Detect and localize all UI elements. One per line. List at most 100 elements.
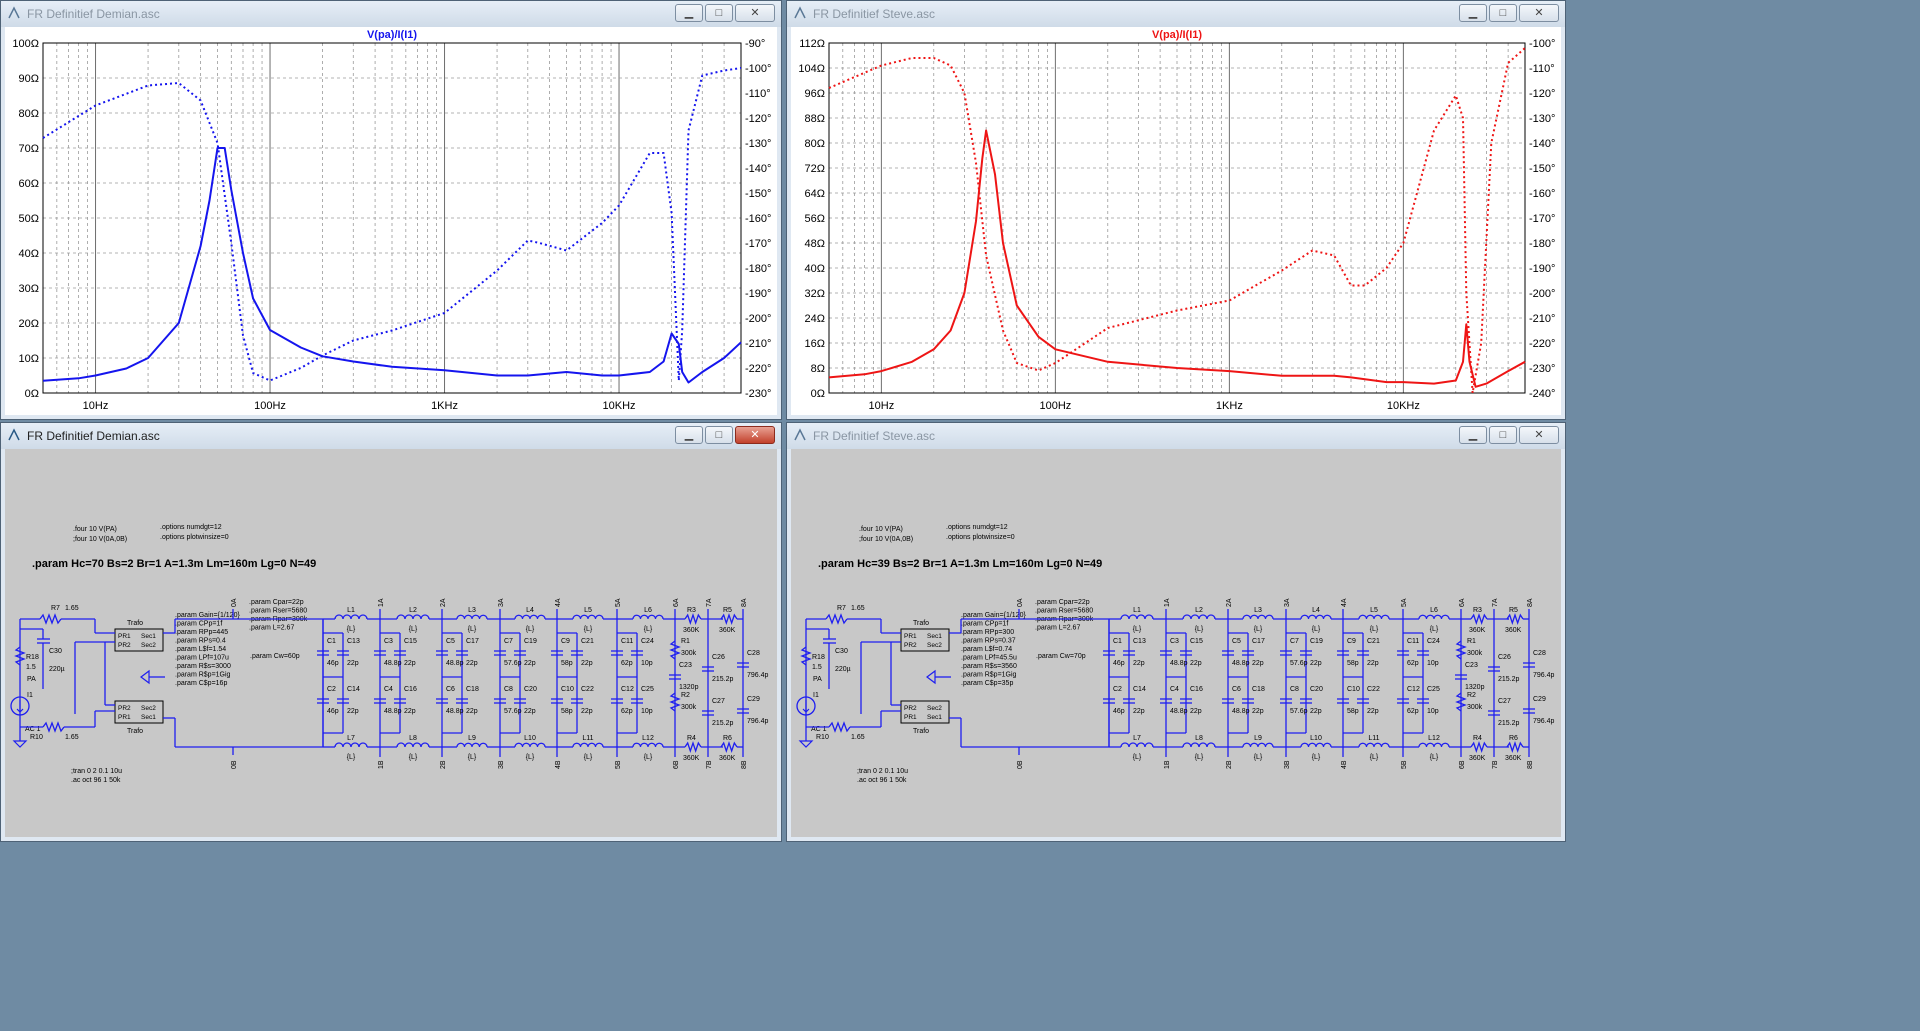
capacitor-label: C22 [581,686,594,693]
capacitor-value: 215.2p [712,676,734,683]
inductor-l10[interactable] [1300,742,1332,748]
title-bar[interactable]: FR Definitief Steve.asc ▁ □ ✕ [787,423,1565,449]
resistor-r10[interactable] [42,721,65,733]
capacitor-label: C20 [1310,686,1323,693]
schematic-svg[interactable]: .four 10 V(PA) ;four 10 V(0A,0B) .options … [5,449,779,839]
resistor-r10[interactable] [828,721,851,733]
inductor-value: {L} [1133,754,1142,761]
magnitude-trace[interactable] [828,129,1526,388]
label: Sec1 [141,714,156,721]
node-label: 1A [1164,598,1171,607]
capacitor-label: C28 [747,650,760,657]
resistor-r3[interactable] [684,612,702,626]
plot-svg[interactable]: 112Ω 104Ω 96Ω 88Ω 80Ω 72Ω 64Ω 56Ω 48Ω 40Ω 32Ω 24Ω 16… [791,27,1563,417]
left-tick-label: 16Ω [805,338,825,350]
right-tick-label: -230° [1529,363,1555,375]
resistor-label: R6 [723,735,732,742]
inductor-l5[interactable] [1358,614,1390,620]
inductor-value: {L} [1254,626,1263,633]
inductor-l11[interactable] [1358,742,1390,748]
trace-label[interactable]: V(pa)/I(I1) [1152,29,1202,41]
plot-svg[interactable]: 100Ω 90Ω 80Ω 70Ω 60Ω 50Ω 40Ω 30Ω 20Ω 10Ω 0Ω -90° -10… [5,27,779,417]
resistor-r6[interactable] [720,740,738,754]
minimize-button[interactable]: ▁ [1459,426,1487,444]
plot-pane[interactable]: 100Ω 90Ω 80Ω 70Ω 60Ω 50Ω 40Ω 30Ω 20Ω 10Ω 0Ω -90° -10… [5,27,777,415]
capacitor-label: C10 [1347,686,1360,693]
inductor-l7[interactable] [1120,742,1154,748]
close-button[interactable]: ✕ [1519,426,1559,444]
resistor-r4[interactable] [684,740,702,754]
left-tick-label: 80Ω [19,108,39,120]
resistor-value: 300k [681,650,697,657]
title-bar[interactable]: FR Definitief Demian.asc ▁ □ ✕ [1,423,781,449]
right-tick-label: -110° [745,88,771,100]
resistor-r5[interactable] [720,612,738,626]
node-label: 1A [378,598,385,607]
resistor-r5[interactable] [1506,612,1524,626]
right-tick-label: -100° [745,63,771,75]
capacitor-label: C17 [1252,638,1265,645]
minimize-button[interactable]: ▁ [675,426,703,444]
inductor-l12[interactable] [1418,742,1450,748]
capacitor-value: 22p [524,708,536,715]
resistor-r3[interactable] [1470,612,1488,626]
left-tick-label: 40Ω [805,263,825,275]
title-bar[interactable]: FR Definitief Steve.asc ▁ □ ✕ [787,1,1565,27]
resistor-r7[interactable] [825,613,848,625]
inductor-l6[interactable] [1418,614,1450,620]
maximize-button[interactable]: □ [705,4,733,22]
resistor-r6[interactable] [1506,740,1524,754]
inductor-l5[interactable] [572,614,604,620]
spice-comment: ;tran 0 2 0.1 10u [71,768,122,775]
capacitor-label: C18 [1252,686,1265,693]
inductor-l8[interactable] [396,742,430,748]
schematic-pane[interactable]: .four 10 V(PA) ;four 10 V(0A,0B) .options … [5,449,777,837]
capacitor-value: 57.6p [1290,660,1308,667]
inductor-l8[interactable] [1182,742,1216,748]
resistor-r7[interactable] [39,613,62,625]
trace-label[interactable]: V(pa)/I(I1) [367,29,417,41]
inductor-l10[interactable] [514,742,546,748]
title-bar[interactable]: FR Definitief Demian.asc ▁ □ ✕ [1,1,781,27]
resistor-value: 360K [1505,755,1522,762]
minimize-button[interactable]: ▁ [675,4,703,22]
node-label: 2A [1226,598,1233,607]
close-button[interactable]: ✕ [735,426,775,444]
left-tick-label: 48Ω [805,238,825,250]
close-button[interactable]: ✕ [1519,4,1559,22]
plot-pane[interactable]: 112Ω 104Ω 96Ω 88Ω 80Ω 72Ω 64Ω 56Ω 48Ω 40Ω 32Ω 24Ω 16… [791,27,1561,415]
minimize-button[interactable]: ▁ [1459,4,1487,22]
maximize-button[interactable]: □ [705,426,733,444]
inductor-l1[interactable] [1120,614,1154,620]
maximize-button[interactable]: □ [1489,4,1517,22]
inductor-l3[interactable] [1242,614,1274,620]
inductor-l9[interactable] [456,742,488,748]
inductor-label: L10 [524,735,536,742]
schematic-window-demian[interactable]: FR Definitief Demian.asc ▁ □ ✕ .four 10 … [0,422,782,842]
schematic-svg[interactable]: .four 10 V(PA) ;four 10 V(0A,0B) .options … [791,449,1563,839]
plot-window-demian[interactable]: FR Definitief Demian.asc ▁ □ ✕ 100Ω 90Ω 80… [0,0,782,420]
inductor-l2[interactable] [396,614,430,620]
close-button[interactable]: ✕ [735,4,775,22]
inductor-l3[interactable] [456,614,488,620]
param-line: .param C$p=16p [175,680,227,687]
inductor-l11[interactable] [572,742,604,748]
schematic-pane[interactable]: .four 10 V(PA) ;four 10 V(0A,0B) .options … [791,449,1561,837]
inductor-l9[interactable] [1242,742,1274,748]
inductor-l4[interactable] [1300,614,1332,620]
inductor-l7[interactable] [334,742,368,748]
inductor-l12[interactable] [632,742,664,748]
inductor-l2[interactable] [1182,614,1216,620]
capacitor-value: 22p [1252,708,1264,715]
inductor-l1[interactable] [334,614,368,620]
resistor-r4[interactable] [1470,740,1488,754]
schematic-window-steve[interactable]: FR Definitief Steve.asc ▁ □ ✕ .four 10 V… [786,422,1566,842]
capacitor-value: 10p [1427,708,1439,715]
inductor-l4[interactable] [514,614,546,620]
capacitor-label: C11 [1407,638,1419,645]
plot-window-steve[interactable]: FR Definitief Steve.asc ▁ □ ✕ 112Ω 104Ω 96… [786,0,1566,420]
capacitor-value: 48.8p [1232,660,1250,667]
maximize-button[interactable]: □ [1489,426,1517,444]
inductor-label: L12 [642,735,654,742]
inductor-l6[interactable] [632,614,664,620]
